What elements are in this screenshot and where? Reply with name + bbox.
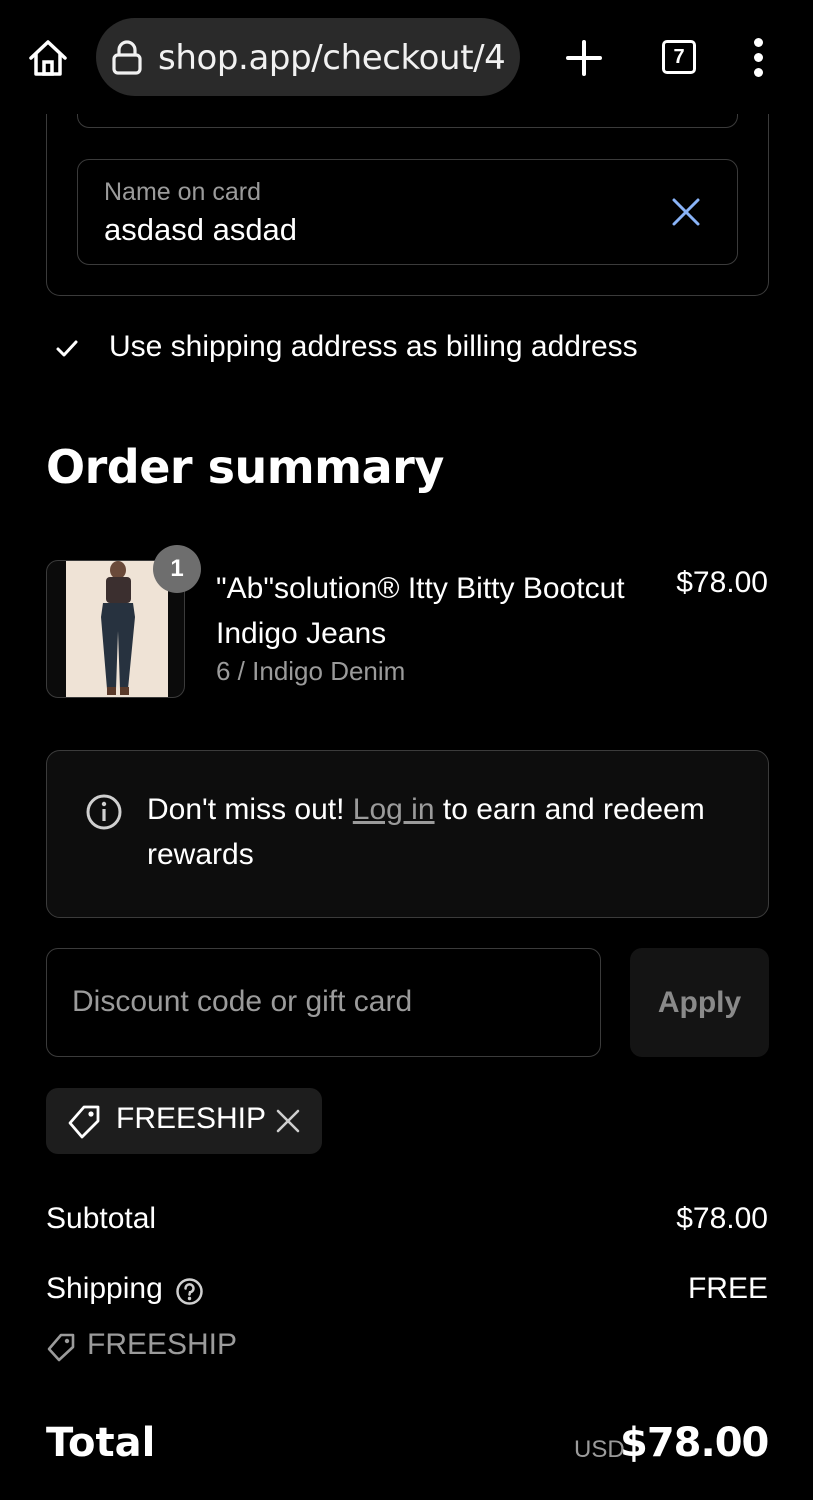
applied-code-text: FREESHIP bbox=[116, 1102, 267, 1135]
checkout-page: shop.app/checkout/45 7 Name on card asda… bbox=[0, 0, 813, 1500]
discount-code-input[interactable]: Discount code or gift card bbox=[46, 948, 601, 1057]
total-value: $78.00 bbox=[620, 1420, 769, 1466]
clear-icon[interactable] bbox=[668, 194, 704, 230]
applied-discount-chip: FREESHIP bbox=[46, 1088, 322, 1154]
tag-icon bbox=[68, 1105, 100, 1139]
apply-button[interactable]: Apply bbox=[630, 948, 769, 1057]
rewards-prefix: Don't miss out! bbox=[147, 793, 353, 826]
tab-switcher-button[interactable]: 7 bbox=[662, 40, 696, 74]
product-name: "Ab"solution® Itty Bitty Bootcut Indigo … bbox=[216, 572, 625, 650]
shipping-label: Shipping bbox=[46, 1272, 163, 1305]
remove-code-icon[interactable] bbox=[275, 1108, 301, 1134]
subtotal-label: Subtotal bbox=[46, 1202, 157, 1235]
name-on-card-field[interactable]: Name on card asdasd asdad bbox=[77, 159, 738, 265]
info-icon bbox=[86, 794, 122, 830]
new-tab-icon[interactable] bbox=[562, 36, 606, 80]
billing-checkbox-label: Use shipping address as billing address bbox=[109, 330, 638, 363]
product-thumbnail: 1 bbox=[46, 545, 201, 698]
subtotal-value: $78.00 bbox=[676, 1202, 768, 1235]
login-link[interactable]: Log in bbox=[353, 793, 435, 826]
url-text[interactable]: shop.app/checkout/45 bbox=[158, 38, 504, 78]
shipping-discount-tag-icon bbox=[47, 1333, 75, 1362]
order-summary-heading: Order summary bbox=[46, 440, 444, 494]
product-variant: 6 / Indigo Denim bbox=[216, 656, 406, 686]
help-icon[interactable] bbox=[175, 1277, 204, 1306]
product-price: $78.00 bbox=[676, 566, 768, 599]
address-bar[interactable]: shop.app/checkout/45 bbox=[96, 18, 520, 96]
quantity-badge: 1 bbox=[153, 545, 201, 593]
product-image bbox=[66, 561, 168, 697]
name-on-card-value[interactable]: asdasd asdad bbox=[104, 212, 297, 248]
rewards-message: Don't miss out! Log in to earn and redee… bbox=[147, 787, 737, 877]
home-icon[interactable] bbox=[26, 36, 70, 80]
name-on-card-label: Name on card bbox=[104, 178, 262, 206]
total-label: Total bbox=[46, 1420, 156, 1466]
lock-icon bbox=[112, 40, 142, 75]
checkmark-icon bbox=[56, 340, 78, 357]
shipping-discount-code: FREESHIP bbox=[87, 1328, 238, 1361]
shipping-value: FREE bbox=[687, 1272, 768, 1305]
browser-toolbar: shop.app/checkout/45 7 bbox=[0, 0, 813, 114]
rewards-banner: Don't miss out! Log in to earn and redee… bbox=[46, 750, 769, 918]
total-currency: USD bbox=[574, 1436, 625, 1463]
more-menu-icon[interactable] bbox=[748, 38, 768, 78]
